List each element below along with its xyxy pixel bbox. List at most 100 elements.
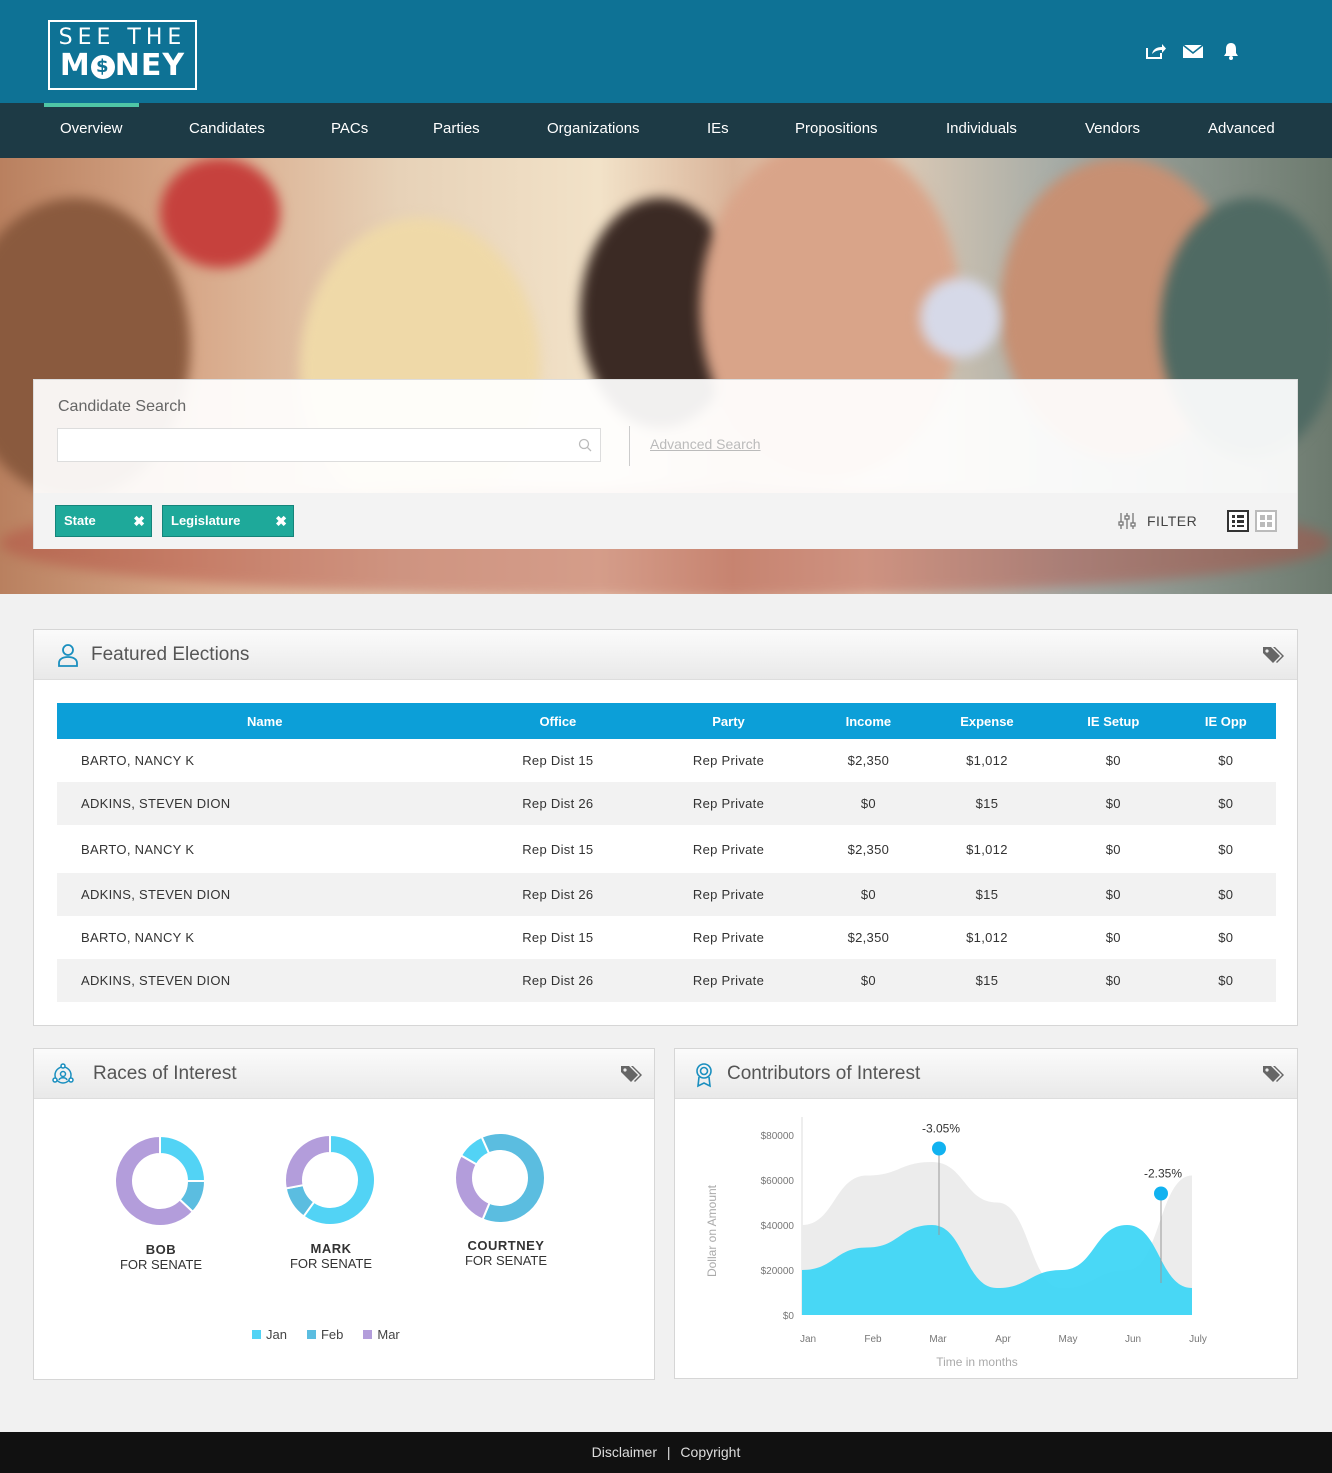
- share-icon[interactable]: [1144, 40, 1166, 62]
- contributors-area-chart: Dollar on Amount Time in months $80000 $6…: [705, 1117, 1207, 1369]
- contributors-of-interest-panel: Contributors of Interest Dollar on Amoun…: [674, 1048, 1298, 1379]
- donut-slice-mar[interactable]: [284, 1133, 331, 1190]
- copyright-link[interactable]: Copyright: [680, 1444, 740, 1460]
- nav-individuals[interactable]: Individuals: [946, 118, 1017, 140]
- cell-expense: $15: [922, 959, 1051, 1002]
- x-tick-label: May: [1059, 1334, 1078, 1345]
- panel-header: Races of Interest: [34, 1049, 654, 1099]
- cell-office: Rep Dist 26: [472, 782, 644, 825]
- col-ie-setup[interactable]: IE Setup: [1051, 703, 1176, 739]
- nav-ies[interactable]: IEs: [707, 118, 729, 140]
- legend-item-jan: Jan: [252, 1327, 287, 1342]
- col-income[interactable]: Income: [813, 703, 923, 739]
- annotation-marker[interactable]: [932, 1141, 946, 1156]
- nav-propositions[interactable]: Propositions: [795, 118, 878, 140]
- table-row[interactable]: ADKINS, STEVEN DION Rep Dist 26 Rep Priv…: [57, 782, 1276, 825]
- cell-name[interactable]: ADKINS, STEVEN DION: [57, 959, 473, 1002]
- mail-icon[interactable]: [1182, 40, 1204, 62]
- site-logo[interactable]: SEE THE M $ NEY: [48, 20, 197, 90]
- col-expense[interactable]: Expense: [922, 703, 1051, 739]
- nav-candidates[interactable]: Candidates: [189, 118, 265, 140]
- advanced-search-link[interactable]: Advanced Search: [650, 436, 761, 452]
- contributors-of-interest-title: Contributors of Interest: [727, 1063, 921, 1084]
- nav-organizations[interactable]: Organizations: [547, 118, 640, 140]
- tags-icon[interactable]: [1262, 1065, 1284, 1083]
- table-row[interactable]: ADKINS, STEVEN DION Rep Dist 26 Rep Priv…: [57, 873, 1276, 916]
- chart-ylabel: Dollar on Amount: [705, 1184, 719, 1277]
- cell-ie-setup: $0: [1051, 873, 1176, 916]
- cell-ie-setup: $0: [1105, 841, 1121, 857]
- x-tick-label: Apr: [995, 1334, 1011, 1345]
- chip-legislature-label: Legislature: [171, 513, 241, 528]
- table-row[interactable]: BARTO, NANCY K Rep Dist 15 Rep Private $…: [57, 739, 1276, 782]
- sliders-icon[interactable]: [1117, 511, 1137, 531]
- donut-label-mark: MARK FOR SENATE: [289, 1241, 373, 1271]
- nav-vendors[interactable]: Vendors: [1085, 118, 1140, 140]
- candidate-search-input[interactable]: [57, 428, 601, 462]
- donut-slice-jan[interactable]: [159, 1134, 207, 1182]
- cell-party: Rep Private: [692, 841, 765, 857]
- races-of-interest-panel: Races of Interest BOB FOR SENATE MARK FO…: [33, 1048, 655, 1380]
- nav-overview[interactable]: Overview: [60, 118, 123, 140]
- nav-pacs[interactable]: PACs: [331, 118, 368, 140]
- tags-icon[interactable]: [620, 1065, 642, 1083]
- disclaimer-link[interactable]: Disclaimer: [592, 1444, 657, 1460]
- panel-header: Featured Elections: [34, 630, 1297, 680]
- cell-name[interactable]: BARTO, NANCY K: [57, 916, 473, 959]
- filter-button[interactable]: FILTER: [1147, 513, 1197, 529]
- close-icon[interactable]: ✖: [133, 506, 145, 536]
- cell-ie-opp: $0: [1175, 782, 1276, 825]
- cell-expense: $1,012: [966, 753, 1008, 768]
- candidate-search-panel: Candidate Search Advanced Search State ✖…: [33, 379, 1298, 549]
- table-row[interactable]: ADKINS, STEVEN DION Rep Dist 26 Rep Priv…: [57, 959, 1276, 1002]
- cell-name[interactable]: BARTO, NANCY K: [57, 739, 473, 782]
- featured-elections-table: Name Office Party Income Expense IE Setu…: [57, 703, 1276, 1002]
- grid-view-icon[interactable]: [1255, 510, 1277, 532]
- cell-name[interactable]: ADKINS, STEVEN DION: [57, 782, 473, 825]
- footer-separator: |: [666, 1444, 671, 1460]
- bell-icon[interactable]: [1220, 40, 1242, 62]
- cell-party: Rep Private: [643, 873, 814, 916]
- annotation-marker[interactable]: [1154, 1186, 1168, 1201]
- col-party[interactable]: Party: [643, 703, 814, 739]
- tags-icon[interactable]: [1262, 646, 1284, 664]
- col-office[interactable]: Office: [472, 703, 644, 739]
- cell-income: $0: [813, 782, 923, 825]
- nav-parties[interactable]: Parties: [433, 118, 480, 140]
- logo-line2: M $ NEY: [59, 48, 186, 83]
- logo-line1: SEE THE: [58, 25, 187, 50]
- candidate-search-title: Candidate Search: [58, 398, 187, 415]
- x-tick-label: Jun: [1125, 1334, 1141, 1345]
- chart-xlabel: Time in months: [936, 1355, 1018, 1369]
- legend-item-feb: Feb: [306, 1327, 343, 1342]
- cell-ie-setup: $0: [1051, 782, 1176, 825]
- close-icon[interactable]: ✖: [275, 506, 287, 536]
- cell-office: Rep Dist 15: [522, 930, 594, 945]
- search-icon[interactable]: [578, 438, 592, 452]
- list-view-icon[interactable]: [1227, 510, 1249, 532]
- donut-slice-feb[interactable]: [480, 1132, 546, 1224]
- x-tick-label: Jan: [800, 1334, 816, 1345]
- network-icon: [51, 1063, 75, 1092]
- cell-name[interactable]: BARTO, NANCY K: [57, 825, 473, 873]
- search-divider: [629, 426, 630, 466]
- chip-state-label: State: [64, 513, 96, 528]
- legend-item-mar: Mar: [363, 1327, 400, 1342]
- donut-slice-mar[interactable]: [454, 1154, 491, 1221]
- cell-income: $2,350: [847, 841, 890, 857]
- table-row[interactable]: BARTO, NANCY K Rep Dist 15 Rep Private $…: [57, 825, 1276, 873]
- filter-bar: State ✖ Legislature ✖ FILTER: [34, 493, 1297, 549]
- cell-party: Rep Private: [692, 930, 765, 945]
- col-ie-opp[interactable]: IE Opp: [1175, 703, 1276, 739]
- cell-ie-opp: $0: [1218, 753, 1234, 768]
- col-name[interactable]: Name: [57, 703, 473, 739]
- cell-office: Rep Dist 26: [472, 873, 644, 916]
- y-tick-label: $80000: [761, 1131, 795, 1142]
- y-tick-label: $40000: [761, 1221, 795, 1232]
- cell-name[interactable]: ADKINS, STEVEN DION: [57, 873, 473, 916]
- nav-advanced[interactable]: Advanced: [1208, 118, 1275, 140]
- x-tick-label: July: [1189, 1334, 1207, 1345]
- x-tick-label: Feb: [864, 1334, 882, 1345]
- cell-expense: $15: [922, 873, 1051, 916]
- table-row[interactable]: BARTO, NANCY K Rep Dist 15 Rep Private $…: [57, 916, 1276, 959]
